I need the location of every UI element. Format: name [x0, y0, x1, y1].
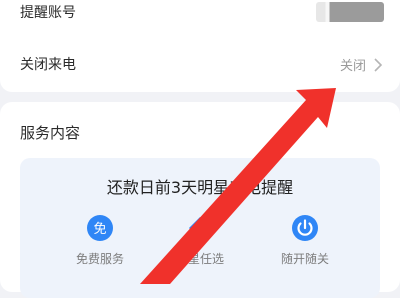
account-number-masked [316, 2, 384, 22]
feature-label: 免费服务 [75, 252, 124, 266]
close-call-label: 关闭来电 [20, 57, 76, 73]
service-banner: 还款日前3天明星来电提醒 免 免费服务 明星任选 随开随关 [20, 158, 380, 298]
remind-account-label: 提醒账号 [20, 5, 76, 21]
feature-toggle-anytime[interactable]: 随开随关 [260, 214, 350, 267]
feature-star-choice[interactable]: 明星任选 [155, 214, 245, 267]
power-icon [292, 215, 318, 241]
service-card: 服务内容 还款日前3天明星来电提醒 免 免费服务 明星任选 随开随关 [0, 102, 400, 298]
banner-text: 还款日前3天明星来电提醒 [106, 178, 294, 197]
star-choice-icon [189, 217, 211, 239]
feature-free-service[interactable]: 免 免费服务 [55, 214, 145, 267]
remind-account-row[interactable]: 提醒账号 [0, 0, 400, 36]
feature-label: 明星任选 [175, 252, 224, 266]
close-call-value: 关闭 [339, 59, 366, 74]
feature-label: 随开随关 [280, 252, 329, 266]
settings-card: 提醒账号 关闭来电 关闭 [0, 0, 400, 92]
section-title: 服务内容 [20, 124, 81, 142]
close-call-row[interactable]: 关闭来电 关闭 [0, 42, 400, 88]
chevron-right-icon [374, 58, 383, 72]
free-icon: 免 [87, 215, 113, 241]
svg-text:免: 免 [93, 222, 106, 237]
